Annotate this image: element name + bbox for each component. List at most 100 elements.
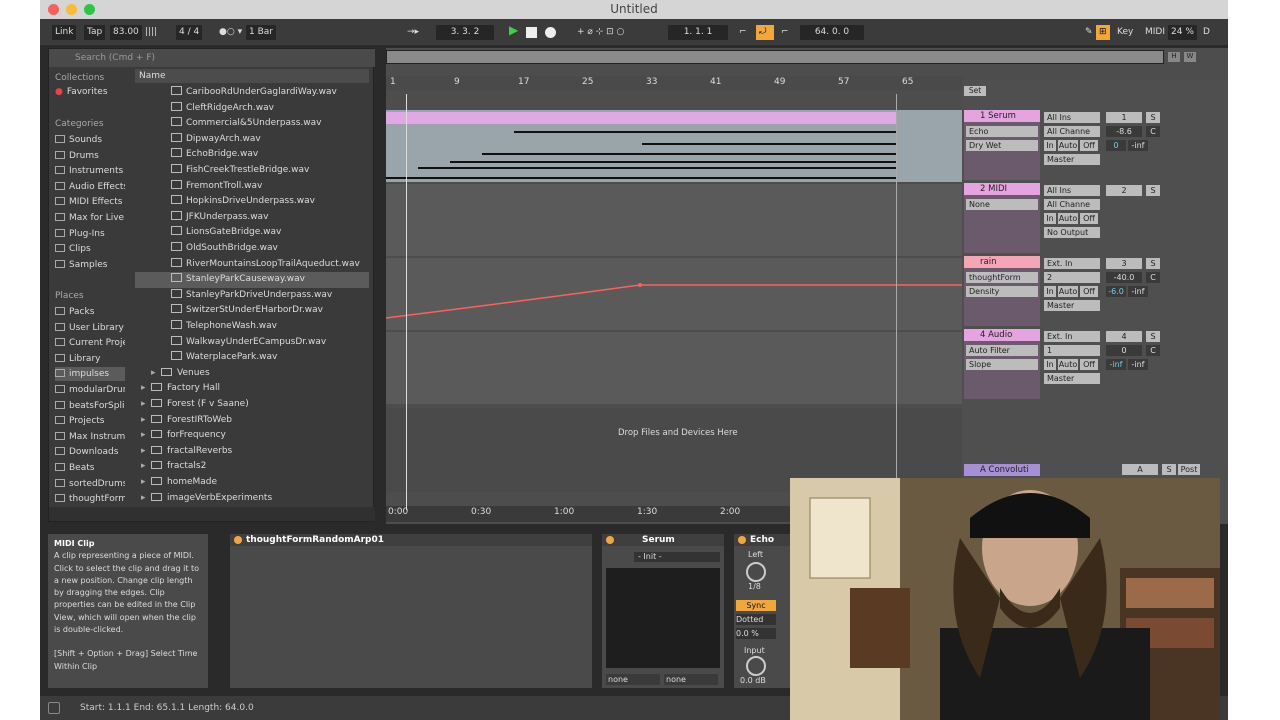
parameter-chooser[interactable]: Dry Wet — [966, 140, 1038, 151]
file-row[interactable]: DipwayArch.wav — [135, 132, 369, 148]
loop-length-field[interactable]: 64. 0. 0 — [800, 25, 864, 40]
folder-row[interactable]: ▸ Factory Hall — [135, 381, 369, 397]
device-chooser[interactable]: None — [966, 199, 1038, 210]
echo-mode-menu[interactable]: Dotted — [736, 614, 776, 625]
link-button[interactable]: Link — [52, 25, 77, 40]
expand-arrow-icon[interactable]: ▸ — [141, 475, 151, 490]
warning-icon[interactable] — [48, 702, 60, 714]
file-row[interactable]: WalkwayUnderECampusDr.wav — [135, 335, 369, 351]
echo-sync-button[interactable]: Sync — [736, 600, 776, 611]
mixer-track[interactable]: 2 MIDI None All Ins All Channe In Auto Off No O… — [964, 183, 1200, 253]
file-row[interactable]: LionsGateBridge.wav — [135, 225, 369, 241]
sidebar-item-category[interactable]: Plug-Ins — [55, 227, 125, 241]
punch-out-icon[interactable]: ⌐ — [778, 25, 792, 40]
expand-arrow-icon[interactable]: ▸ — [141, 428, 151, 443]
track-name[interactable]: 4 Audio — [964, 329, 1040, 341]
file-row[interactable]: CaribooRdUnderGaglardiWay.wav — [135, 85, 369, 101]
solo-button[interactable]: S — [1146, 258, 1160, 269]
device-chooser[interactable]: thoughtForm — [966, 272, 1038, 283]
sidebar-item-place[interactable]: sortedDrums — [55, 477, 125, 491]
monitor-off[interactable]: Off — [1080, 286, 1098, 297]
serum-macro-1[interactable]: none — [606, 674, 660, 685]
close-icon[interactable] — [48, 4, 59, 15]
serum-on-icon[interactable] — [606, 536, 614, 544]
clip-title[interactable]: thoughtFormRandomArp01 — [230, 534, 592, 546]
file-row[interactable]: StanleyParkDriveUnderpass.wav — [135, 288, 369, 304]
input-type[interactable]: Ext. In — [1044, 331, 1100, 342]
folder-row[interactable]: ▸ Forest (F v Saane) — [135, 397, 369, 413]
file-row[interactable]: OldSouthBridge.wav — [135, 241, 369, 257]
echo-input-knob[interactable] — [746, 656, 766, 676]
track-activator[interactable]: 2 — [1106, 185, 1142, 196]
return-number[interactable]: A — [1122, 464, 1158, 475]
track-name[interactable]: rain — [964, 256, 1040, 268]
midi-lane[interactable] — [386, 184, 962, 256]
sidebar-item-place[interactable]: Projects — [55, 414, 125, 428]
monitor-auto[interactable]: Auto — [1058, 286, 1078, 297]
input-type[interactable]: Ext. In — [1044, 258, 1100, 269]
serum-title[interactable]: Serum — [602, 534, 724, 546]
pan-field[interactable]: C — [1146, 272, 1160, 283]
clip-on-icon[interactable] — [234, 536, 242, 544]
device-chooser[interactable]: Echo — [966, 126, 1038, 137]
folder-row[interactable]: ▸ homeMade — [135, 475, 369, 491]
sidebar-item-category[interactable]: Clips — [55, 242, 125, 256]
track-activator[interactable]: 4 — [1106, 331, 1142, 342]
tempo-field[interactable]: 83.00 — [110, 25, 142, 40]
record-icon[interactable] — [545, 27, 556, 38]
output-type[interactable]: Master — [1044, 300, 1100, 311]
input-type[interactable]: All Ins — [1044, 185, 1100, 196]
expand-arrow-icon[interactable]: ▸ — [141, 381, 151, 396]
input-channel[interactable]: 2 — [1044, 272, 1100, 283]
follow-icon[interactable]: →▸ — [404, 25, 422, 40]
send-field-2[interactable]: -inf — [1128, 359, 1148, 370]
expand-arrow-icon[interactable]: ▸ — [151, 366, 161, 381]
monitor-off[interactable]: Off — [1080, 140, 1098, 151]
folder-row[interactable]: ▸ forFrequency — [135, 428, 369, 444]
sidebar-item-place[interactable]: Current Project — [55, 336, 125, 350]
parameter-chooser[interactable]: Density — [966, 286, 1038, 297]
sidebar-item-category[interactable]: Drums — [55, 149, 125, 163]
punch-in-icon[interactable]: ⌐ — [736, 25, 750, 40]
sidebar-item-category[interactable]: Sounds — [55, 133, 125, 147]
send-field[interactable]: -6.0 — [1106, 286, 1126, 297]
mixer-track[interactable]: 1 Serum Echo Dry Wet All Ins All Channe In Aut… — [964, 110, 1200, 180]
pan-field[interactable]: C — [1146, 345, 1160, 356]
send-field[interactable]: 0 — [1106, 140, 1126, 151]
loop-start-field[interactable]: 1. 1. 1 — [668, 25, 728, 40]
echo-offset[interactable]: 0.0 % — [736, 628, 776, 639]
volume-field[interactable]: -8.6 — [1106, 126, 1142, 137]
monitor-in[interactable]: In — [1044, 359, 1056, 370]
sidebar-item-place[interactable]: Beats — [55, 461, 125, 475]
send-field[interactable]: -inf — [1106, 359, 1126, 370]
serum-lane[interactable] — [386, 110, 962, 182]
monitor-off[interactable]: Off — [1080, 213, 1098, 224]
file-row[interactable]: EchoBridge.wav — [135, 147, 369, 163]
file-row[interactable]: RiverMountainsLoopTrailAqueduct.wav — [135, 257, 369, 273]
file-row[interactable]: FishCreekTrestleBridge.wav — [135, 163, 369, 179]
sidebar-item-place[interactable]: Library — [55, 352, 125, 366]
sidebar-item-place[interactable]: modularDrums — [55, 383, 125, 397]
metro-icon[interactable]: |||| — [142, 25, 160, 40]
track-name[interactable]: 1 Serum — [964, 110, 1040, 122]
input-channel[interactable]: All Channe — [1044, 126, 1100, 137]
track-activator[interactable]: 3 — [1106, 258, 1142, 269]
input-type[interactable]: All Ins — [1044, 112, 1100, 123]
w-button[interactable]: W — [1184, 52, 1196, 62]
monitor-in[interactable]: In — [1044, 213, 1056, 224]
echo-rate-knob[interactable] — [746, 562, 766, 582]
h-button[interactable]: H — [1168, 52, 1180, 62]
sidebar-item-place[interactable]: beatsForSplice — [55, 399, 125, 413]
sidebar-item-place[interactable]: Max Instruments — [55, 430, 125, 444]
sidebar-item-category[interactable]: Max for Live — [55, 211, 125, 225]
track-name[interactable]: 2 MIDI — [964, 183, 1040, 195]
send-field-2[interactable]: -inf — [1128, 286, 1148, 297]
file-row[interactable]: SwitzerStUnderEHarborDr.wav — [135, 303, 369, 319]
monitor-auto[interactable]: Auto — [1058, 140, 1078, 151]
expand-arrow-icon[interactable]: ▸ — [141, 397, 151, 412]
sidebar-item-place[interactable]: impulses — [55, 367, 125, 382]
keymap-icon[interactable]: ⊞ — [1096, 25, 1110, 40]
file-row[interactable]: Commercial&5Underpass.wav — [135, 116, 369, 132]
monitor-in[interactable]: In — [1044, 286, 1056, 297]
file-row[interactable]: TelephoneWash.wav — [135, 319, 369, 335]
